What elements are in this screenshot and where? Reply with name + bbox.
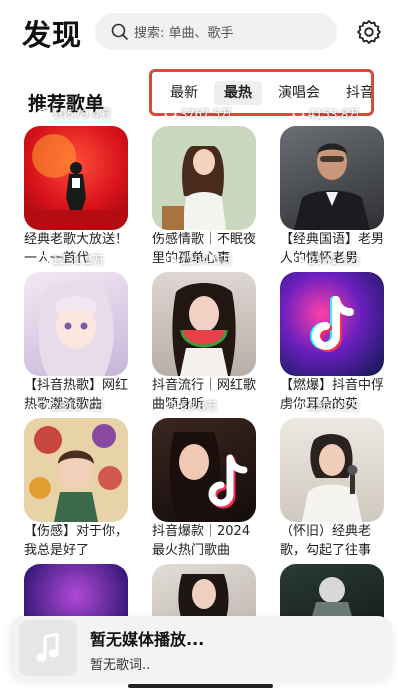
anime-girl-icon [38, 281, 114, 376]
playlist-cover [24, 418, 128, 522]
playlist-cover [280, 272, 384, 376]
player-lyrics: 暂无歌词.. [90, 658, 151, 673]
home-indicator [128, 684, 273, 688]
girl-watermelon-icon [172, 283, 236, 376]
tiktok-girl-icon [169, 432, 248, 522]
page-title: 发现 [22, 18, 83, 52]
tab-hottest[interactable]: 最热 [214, 81, 262, 105]
mini-player[interactable]: 暂无媒体播放... 暂无歌词.. [10, 616, 392, 680]
play-count: 10579.4万 [36, 106, 111, 122]
play-count: 2571.3万 [292, 252, 360, 268]
tab-latest[interactable]: 最新 [160, 81, 208, 105]
playlist-title: （怀旧）经典老歌，勾起了往事 [280, 524, 372, 558]
player-track-title: 暂无媒体播放... [90, 630, 205, 649]
playlist-cover [152, 418, 256, 522]
play-count: 1294.6万 [164, 252, 232, 268]
playlist-cover [152, 272, 256, 376]
headphones-icon [164, 400, 177, 412]
top-bar: 发现 搜索: 单曲、歌手 [0, 0, 401, 64]
play-count: 2812.7万 [36, 398, 104, 414]
man-portrait-icon [294, 143, 370, 230]
headphones-icon [164, 254, 177, 266]
tiktok-logo-icon [310, 296, 354, 352]
playlist-cover [152, 126, 256, 230]
singer-figure-icon [24, 134, 128, 230]
headphones-icon [292, 254, 305, 266]
headphones-icon [164, 108, 177, 120]
tab-douyin[interactable]: 抖音 [336, 81, 371, 105]
tab-concert[interactable]: 演唱会 [268, 81, 330, 105]
search-icon [111, 23, 128, 40]
play-count: 4153.8万 [292, 106, 360, 122]
flower-portrait-icon [29, 424, 122, 522]
player-artwork [19, 620, 77, 676]
singer-mic-icon [302, 434, 362, 522]
music-note-icon [36, 633, 59, 662]
search-bar[interactable]: 搜索: 单曲、歌手 [95, 13, 337, 50]
playlist-cover [280, 126, 384, 230]
play-count: 3767.5万 [164, 106, 232, 122]
girl-illustration-icon [162, 146, 226, 230]
search-placeholder: 搜索: 单曲、歌手 [134, 26, 234, 41]
play-count: 1231.2万 [36, 252, 104, 268]
playlist-cover [280, 418, 384, 522]
play-count: 66.8万 [164, 398, 217, 414]
headphones-icon [36, 254, 49, 266]
playlist-cover [24, 126, 128, 230]
headphones-icon [36, 400, 49, 412]
headphones-icon [292, 108, 305, 120]
headphones-icon [36, 108, 49, 120]
playlist-cover [24, 272, 128, 376]
playlist-title: 抖音爆款｜2024最火热门歌曲 [152, 524, 251, 558]
settings-gear-icon[interactable] [356, 19, 382, 45]
play-count: 2360.5万 [292, 398, 360, 414]
playlist-title: 【伤感】对于你，我总是好了 [24, 524, 129, 558]
headphones-icon [292, 400, 305, 412]
